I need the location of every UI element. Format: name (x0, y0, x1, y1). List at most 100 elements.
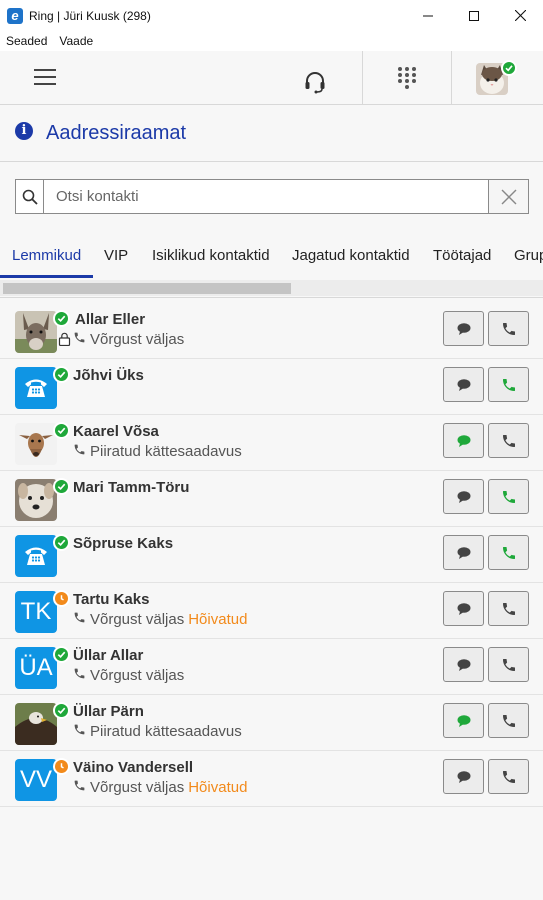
busy-label: Hõivatud (188, 611, 248, 628)
eagle-avatar (15, 703, 57, 745)
maximize-button[interactable] (451, 0, 497, 31)
presence-available-icon (53, 478, 70, 495)
donkey-avatar (15, 311, 57, 353)
contact-status-text: Võrgust väljas (90, 331, 185, 348)
call-button[interactable] (488, 703, 529, 738)
chat-button[interactable] (443, 479, 484, 514)
contact-name: Allar Eller (75, 311, 146, 328)
dialpad-icon[interactable] (397, 66, 417, 90)
chat-button[interactable] (443, 703, 484, 738)
tabs-scrollbar-thumb[interactable] (3, 283, 291, 294)
contact-row[interactable]: Kaarel Võsa Piiratud kättesaadavus (0, 415, 543, 471)
phone-icon (73, 723, 86, 740)
chat-button[interactable] (443, 535, 484, 570)
call-button[interactable] (488, 759, 529, 794)
chat-button[interactable] (443, 591, 484, 626)
phone-icon (73, 443, 86, 460)
phone-icon (73, 611, 86, 628)
call-button[interactable] (488, 535, 529, 570)
contact-status-text: Võrgust väljas (90, 611, 185, 628)
busy-label: Hõivatud (188, 779, 248, 796)
presence-available-icon (53, 534, 70, 551)
call-button[interactable] (488, 423, 529, 458)
contact-row[interactable]: Sõpruse Kaks (0, 527, 543, 583)
phone-icon (502, 322, 515, 335)
chat-bubble-icon (457, 770, 470, 783)
contact-row[interactable]: ÜA Üllar Allar Võrgust väljas (0, 639, 543, 695)
tab-bar: Lemmikud VIP Isiklikud kontaktid Jagatud… (0, 233, 543, 279)
phone-icon (502, 602, 515, 615)
menu-item-settings[interactable]: Seaded (6, 34, 47, 48)
tab-employees[interactable]: Töötajad (433, 247, 491, 264)
call-button[interactable] (488, 647, 529, 682)
tab-favorites[interactable]: Lemmikud (12, 247, 81, 264)
telephone-avatar-icon (15, 535, 57, 577)
phone-icon (73, 779, 86, 796)
tab-vip[interactable]: VIP (104, 247, 128, 264)
toolbar-divider (362, 51, 363, 105)
menu-bar: Seaded Vaade (0, 31, 543, 51)
search-input[interactable] (56, 180, 486, 213)
minimize-button[interactable] (405, 0, 451, 31)
info-icon: i (15, 122, 33, 140)
call-button[interactable] (488, 367, 529, 402)
chat-bubble-icon (457, 434, 470, 447)
divider (0, 297, 543, 298)
dog-avatar (15, 479, 57, 521)
contact-status: Piiratud kättesaadavus (73, 723, 242, 740)
phone-icon (73, 667, 86, 684)
chat-button[interactable] (443, 647, 484, 682)
contact-row[interactable]: Mari Tamm-Töru (0, 471, 543, 527)
call-button[interactable] (488, 311, 529, 346)
contact-name: Üllar Allar (73, 647, 144, 664)
maximize-icon (469, 10, 479, 21)
contact-row[interactable]: Jõhvi Üks (0, 359, 543, 415)
chat-button[interactable] (443, 311, 484, 346)
hamburger-menu-icon[interactable] (34, 69, 56, 85)
presence-available-icon (53, 310, 70, 327)
contact-status-text: Võrgust väljas (90, 667, 185, 684)
initials-avatar: TK (15, 591, 57, 633)
initials-avatar: ÜA (15, 647, 57, 689)
menu-item-view[interactable]: Vaade (59, 34, 93, 48)
call-button[interactable] (488, 591, 529, 626)
contact-name: Tartu Kaks (73, 591, 150, 608)
contact-row[interactable]: TK Tartu Kaks Võrgust väljas Hõivatud (0, 583, 543, 639)
search-box (15, 179, 529, 214)
presence-available-icon (53, 646, 70, 663)
phone-icon (502, 490, 515, 503)
close-window-button[interactable] (497, 0, 543, 31)
contact-row[interactable]: Üllar Pärn Piiratud kättesaadavus (0, 695, 543, 751)
chat-bubble-icon (457, 658, 470, 671)
headset-icon[interactable] (303, 70, 327, 94)
presence-available-icon (53, 366, 70, 383)
tab-shared-contacts[interactable]: Jagatud kontaktid (292, 247, 410, 264)
chat-bubble-icon (457, 602, 470, 615)
initials-avatar: VV (15, 759, 57, 801)
contact-status: Võrgust väljas Hõivatud (73, 779, 247, 796)
section-header: i Aadressiraamat (0, 106, 543, 162)
chat-button[interactable] (443, 423, 484, 458)
goat-avatar (15, 423, 57, 465)
chat-bubble-icon (457, 378, 470, 391)
minimize-icon (423, 15, 433, 16)
phone-icon (502, 658, 515, 671)
presence-away-icon (53, 590, 70, 607)
phone-icon (502, 378, 515, 391)
search-button[interactable] (16, 180, 44, 213)
clear-search-button[interactable] (488, 180, 528, 213)
chat-bubble-icon (457, 546, 470, 559)
contact-status: Võrgust väljas (73, 331, 184, 348)
tab-personal-contacts[interactable]: Isiklikud kontaktid (152, 247, 270, 264)
call-button[interactable] (488, 479, 529, 514)
contact-row[interactable]: VV Väino Vandersell Võrgust väljas Hõivatud (0, 751, 543, 807)
chat-bubble-icon (457, 714, 470, 727)
toolbar-divider (451, 51, 452, 105)
contact-name: Väino Vandersell (73, 759, 194, 776)
page-title: Aadressiraamat (46, 122, 187, 144)
tab-groups[interactable]: Grup (514, 247, 543, 264)
contact-row[interactable]: Allar Eller Võrgust väljas (0, 303, 543, 359)
contact-name: Jõhvi Üks (73, 367, 144, 384)
chat-button[interactable] (443, 759, 484, 794)
chat-button[interactable] (443, 367, 484, 402)
